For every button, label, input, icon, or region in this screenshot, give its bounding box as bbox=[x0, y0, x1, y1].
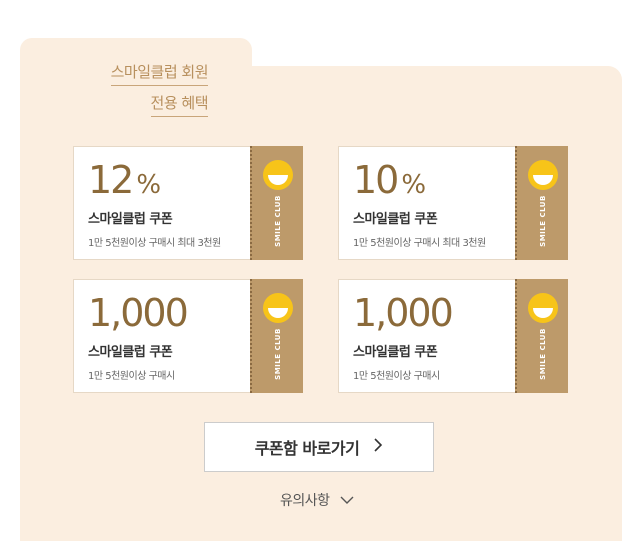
coupon-title: 스마일클럽 쿠폰 bbox=[353, 345, 438, 360]
coupon-card[interactable]: 1,000 스마일클럽 쿠폰 1만 5천원이상 구매시 SMILE CLUB bbox=[73, 279, 303, 393]
coupon-card[interactable]: 12% 스마일클럽 쿠폰 1만 5천원이상 구매시 최대 3천원 SMILE C… bbox=[73, 146, 303, 260]
coupon-title: 스마일클럽 쿠폰 bbox=[353, 212, 438, 227]
coupon-stub: SMILE CLUB bbox=[250, 146, 303, 260]
section-heading: 스마일클럽 회원 전용 혜택 bbox=[96, 60, 209, 122]
coupon-value: 1,000 bbox=[353, 291, 454, 335]
coupon-box-label: 쿠폰함 바로가기 bbox=[254, 439, 360, 458]
stub-label: SMILE CLUB bbox=[539, 328, 547, 380]
chevron-down-icon bbox=[340, 490, 354, 509]
stub-label: SMILE CLUB bbox=[539, 195, 547, 247]
notice-label: 유의사항 bbox=[280, 493, 330, 509]
notice-toggle[interactable]: 유의사항 bbox=[280, 490, 354, 510]
stub-label: SMILE CLUB bbox=[274, 195, 282, 247]
coupon-body: 1,000 스마일클럽 쿠폰 1만 5천원이상 구매시 bbox=[73, 279, 251, 393]
coupon-card[interactable]: 10% 스마일클럽 쿠폰 1만 5천원이상 구매시 최대 3천원 SMILE C… bbox=[338, 146, 568, 260]
heading-line-1: 스마일클럽 회원 bbox=[110, 60, 209, 86]
coupon-stub: SMILE CLUB bbox=[250, 279, 303, 393]
coupon-body: 1,000 스마일클럽 쿠폰 1만 5천원이상 구매시 bbox=[338, 279, 516, 393]
coupon-stub: SMILE CLUB bbox=[515, 146, 568, 260]
heading-line-2: 전용 혜택 bbox=[150, 91, 209, 117]
coupon-value: 1,000 bbox=[88, 291, 189, 335]
coupon-condition: 1만 5천원이상 구매시 최대 3천원 bbox=[353, 238, 486, 249]
coupon-value: 10% bbox=[353, 158, 427, 202]
coupon-condition: 1만 5천원이상 구매시 bbox=[88, 371, 175, 382]
coupon-card[interactable]: 1,000 스마일클럽 쿠폰 1만 5천원이상 구매시 SMILE CLUB bbox=[338, 279, 568, 393]
coupon-stub: SMILE CLUB bbox=[515, 279, 568, 393]
coupon-value: 12% bbox=[88, 158, 162, 202]
coupon-box-button[interactable]: 쿠폰함 바로가기 bbox=[204, 422, 434, 472]
coupon-title: 스마일클럽 쿠폰 bbox=[88, 345, 173, 360]
smile-icon bbox=[528, 160, 558, 190]
coupon-title: 스마일클럽 쿠폰 bbox=[88, 212, 173, 227]
smile-icon bbox=[263, 160, 293, 190]
stub-label: SMILE CLUB bbox=[274, 328, 282, 380]
coupon-body: 10% 스마일클럽 쿠폰 1만 5천원이상 구매시 최대 3천원 bbox=[338, 146, 516, 260]
smile-icon bbox=[263, 293, 293, 323]
chevron-right-icon bbox=[373, 437, 383, 457]
smile-icon bbox=[528, 293, 558, 323]
coupon-condition: 1만 5천원이상 구매시 최대 3천원 bbox=[88, 238, 221, 249]
coupon-condition: 1만 5천원이상 구매시 bbox=[353, 371, 440, 382]
coupon-body: 12% 스마일클럽 쿠폰 1만 5천원이상 구매시 최대 3천원 bbox=[73, 146, 251, 260]
